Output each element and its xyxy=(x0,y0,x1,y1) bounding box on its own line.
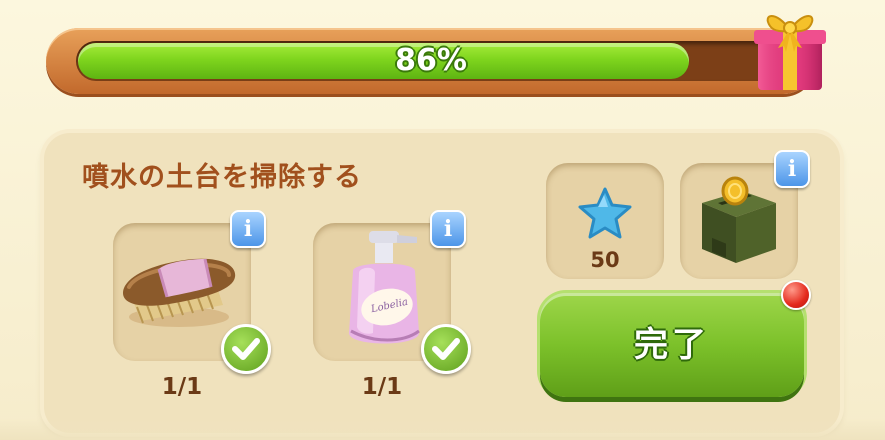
notification-dot xyxy=(781,280,811,310)
bottom-edge xyxy=(0,418,885,440)
progress-bar: 86% xyxy=(46,28,816,94)
item-count-brush: 1/1 xyxy=(161,374,203,400)
task-title: 噴水の土台を掃除する xyxy=(82,162,362,193)
task-screen: 86% 噴水の土台を掃除する i 1/1 Lobelia i 1/1 50 i … xyxy=(0,0,885,440)
info-icon[interactable]: i xyxy=(430,210,466,248)
gift-box-icon[interactable] xyxy=(748,2,832,94)
reward-star-value: 50 xyxy=(590,248,620,272)
check-icon xyxy=(221,324,271,374)
progress-percent: 86% xyxy=(395,43,467,78)
complete-button-label: 完了 xyxy=(634,325,710,365)
info-icon[interactable]: i xyxy=(774,150,810,188)
item-count-soap: 1/1 xyxy=(361,374,403,400)
info-icon[interactable]: i xyxy=(230,210,266,248)
check-icon xyxy=(421,324,471,374)
complete-button[interactable]: 完了 xyxy=(540,293,804,397)
